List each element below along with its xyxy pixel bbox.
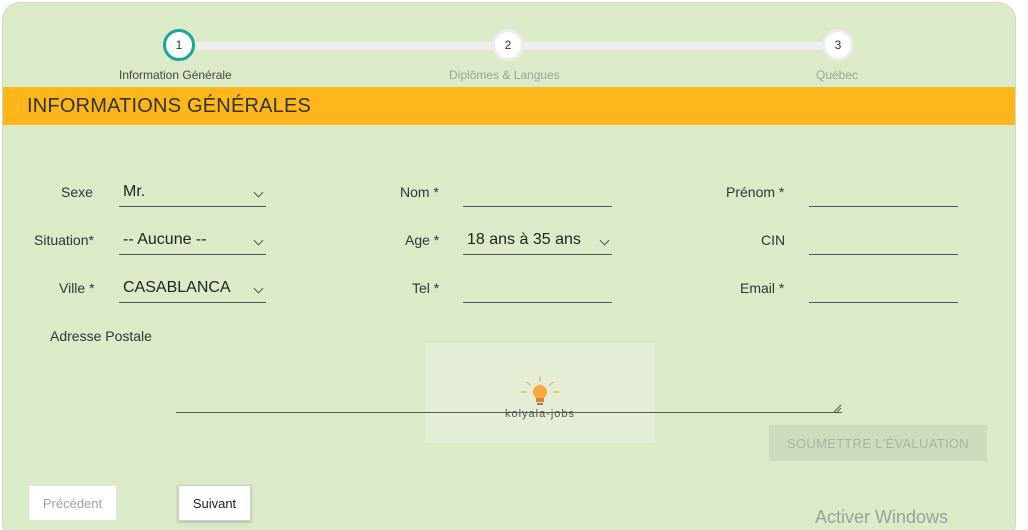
age-select[interactable]: 18 ans à 35 ans xyxy=(463,225,612,255)
step-1-circle[interactable]: 1 xyxy=(163,29,195,61)
prenom-input[interactable] xyxy=(809,177,958,207)
ville-label: Ville * xyxy=(59,280,95,296)
adresse-label: Adresse Postale xyxy=(50,328,152,344)
next-button[interactable]: Suivant xyxy=(178,485,251,521)
ville-value: CASABLANCA xyxy=(123,279,231,296)
age-label: Age * xyxy=(405,232,440,248)
submit-evaluation-button[interactable]: SOUMETTRE L'ÉVALUATION xyxy=(769,425,987,461)
email-input[interactable] xyxy=(809,273,958,303)
ville-select[interactable]: CASABLANCA xyxy=(119,273,266,303)
activate-windows-overlay: Activer Windows xyxy=(815,507,949,527)
lightbulb-icon xyxy=(520,376,560,405)
sexe-select[interactable]: Mr. xyxy=(119,177,266,207)
watermark-text: kolyala-jobs xyxy=(504,408,576,420)
resize-grip-icon[interactable] xyxy=(832,403,842,413)
chevron-down-icon xyxy=(253,283,264,294)
tel-label: Tel * xyxy=(412,280,440,296)
email-label: Email * xyxy=(740,280,785,296)
nom-input[interactable] xyxy=(463,177,612,207)
section-title: INFORMATIONS GÉNÉRALES xyxy=(3,87,1015,125)
form-card: 1 2 3 Information Générale Diplômes & La… xyxy=(2,2,1016,530)
progress-stepper: 1 2 3 Information Générale Diplômes & La… xyxy=(3,3,1015,87)
prenom-label: Prénom * xyxy=(726,184,785,200)
sexe-value: Mr. xyxy=(123,183,146,200)
previous-button[interactable]: Précédent xyxy=(28,485,117,521)
cin-label: CIN xyxy=(761,232,786,248)
chevron-down-icon xyxy=(253,235,264,246)
stepper-connector xyxy=(197,42,495,50)
watermark: kolyala-jobs xyxy=(425,343,655,443)
age-value: 18 ans à 35 ans xyxy=(467,231,581,248)
step-3-label: Québec xyxy=(816,68,859,82)
tel-input[interactable] xyxy=(463,273,612,303)
nom-label: Nom * xyxy=(400,184,439,200)
adresse-textarea[interactable] xyxy=(176,412,842,413)
step-1-label: Information Générale xyxy=(119,68,232,82)
situation-value: -- Aucune -- xyxy=(123,231,207,248)
step-3-circle[interactable]: 3 xyxy=(822,29,854,61)
stepper-connector xyxy=(524,42,824,50)
situation-label: Situation* xyxy=(34,232,94,248)
chevron-down-icon xyxy=(599,235,610,246)
sexe-label: Sexe xyxy=(61,184,93,200)
step-2-label: Diplômes & Langues xyxy=(449,68,560,82)
chevron-down-icon xyxy=(253,187,264,198)
cin-input[interactable] xyxy=(809,225,958,255)
step-2-circle[interactable]: 2 xyxy=(492,29,524,61)
situation-select[interactable]: -- Aucune -- xyxy=(119,225,266,255)
